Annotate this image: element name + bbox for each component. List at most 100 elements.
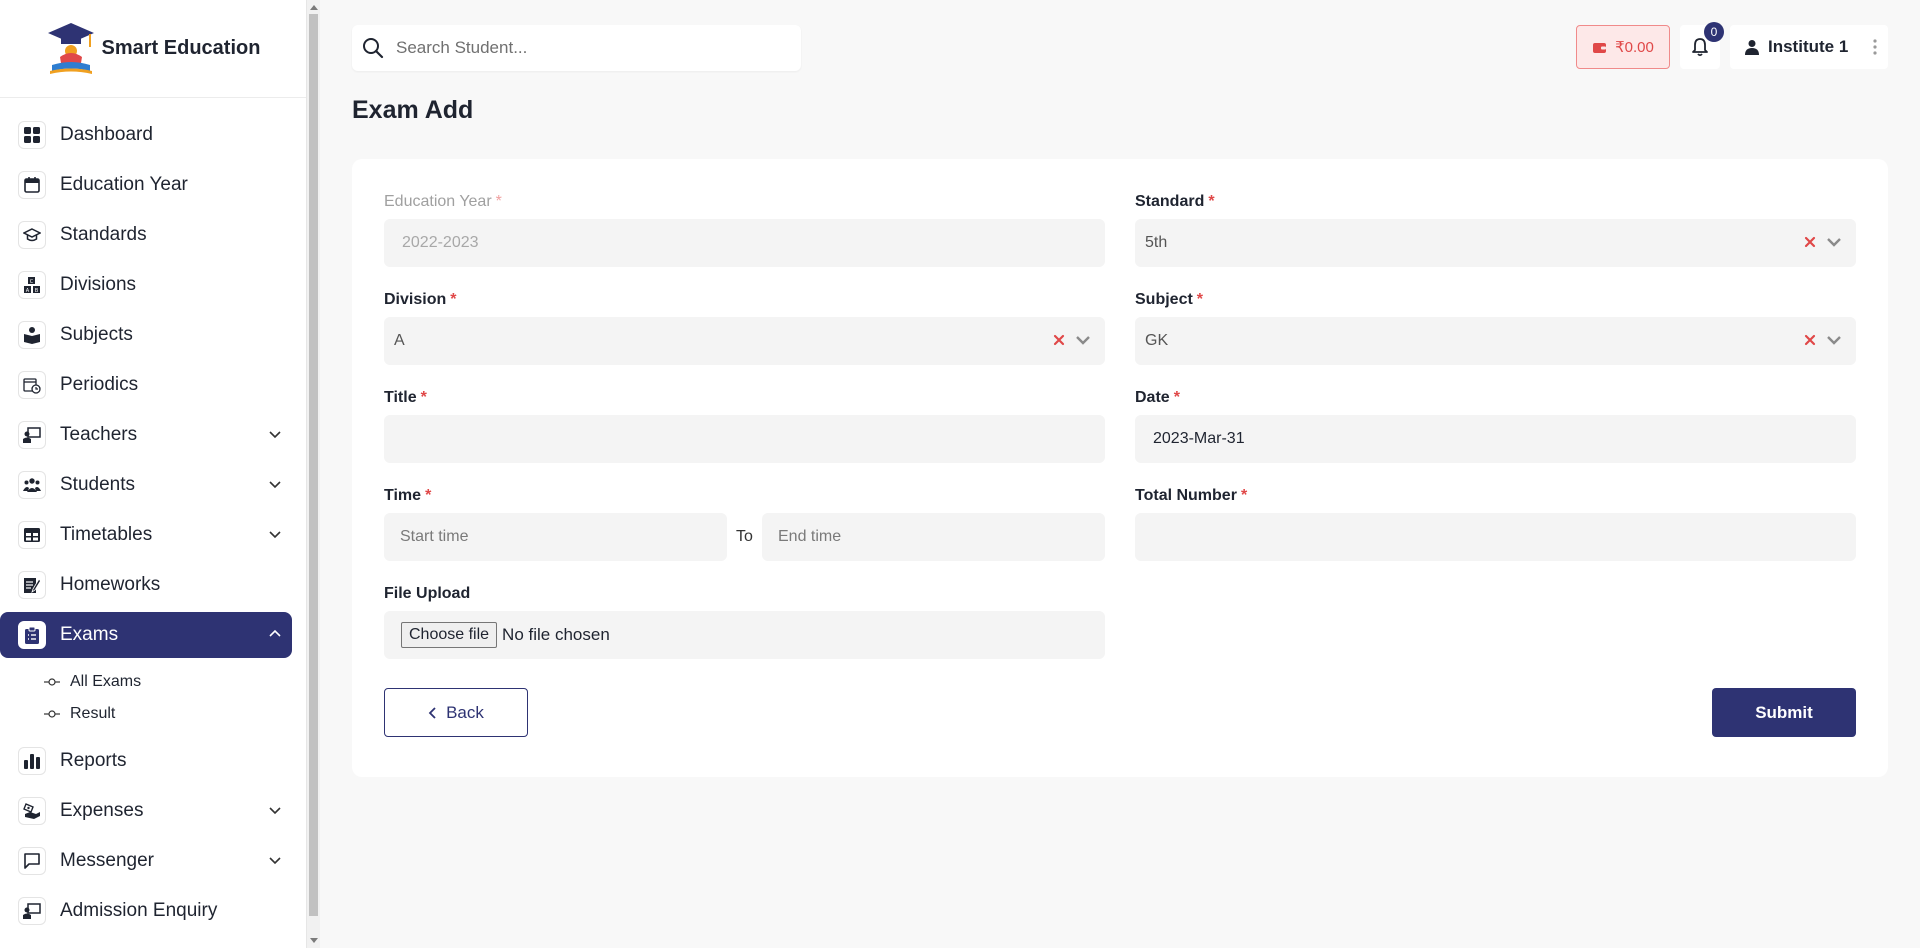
- sidebar-item-label: Admission Enquiry: [60, 900, 218, 921]
- exams-submenu: All Exams Result: [0, 658, 292, 734]
- chevron-down-icon[interactable]: [1826, 332, 1842, 348]
- chevron-down-icon[interactable]: [268, 803, 282, 817]
- sidebar-nav: Dashboard Education Year Standards CAB D…: [0, 112, 306, 934]
- total-number-input[interactable]: [1135, 513, 1856, 561]
- brand[interactable]: Smart Education: [0, 0, 306, 98]
- bullet-node-icon: [44, 678, 60, 686]
- submenu-item-label: All Exams: [70, 673, 142, 690]
- chevron-down-icon[interactable]: [1826, 234, 1842, 250]
- clear-x-icon[interactable]: [1804, 236, 1816, 248]
- time-field: Time * Start time To End time: [384, 487, 1105, 561]
- students-icon: [18, 471, 46, 499]
- sidebar-item-label: Reports: [60, 750, 127, 771]
- user-menu-button[interactable]: Institute 1: [1730, 25, 1888, 69]
- time-separator: To: [736, 528, 753, 545]
- scroll-down-arrow-icon[interactable]: [310, 938, 318, 943]
- file-upload-input[interactable]: Choose file No file chosen: [384, 611, 1105, 659]
- clear-x-icon[interactable]: [1804, 334, 1816, 346]
- notifications-button[interactable]: 0: [1680, 22, 1724, 69]
- file-status: No file chosen: [502, 625, 610, 644]
- more-vertical-icon[interactable]: [1872, 38, 1878, 56]
- sidebar-item-students[interactable]: Students: [0, 462, 292, 508]
- sidebar-item-label: Divisions: [60, 274, 137, 295]
- standard-label: Standard *: [1135, 193, 1215, 210]
- chevron-down-icon[interactable]: [1075, 332, 1091, 348]
- exam-form-card: Education Year * 2022-2023 Standard * 5th …: [352, 159, 1888, 777]
- sidebar-item-label: Periodics: [60, 374, 139, 395]
- user-name: Institute 1: [1768, 37, 1849, 56]
- sidebar-item-teachers[interactable]: Teachers: [0, 412, 292, 458]
- reading-icon: [18, 321, 46, 349]
- scroll-thumb[interactable]: [309, 14, 318, 916]
- chevron-down-icon[interactable]: [268, 853, 282, 867]
- sidebar-item-subjects[interactable]: Subjects: [0, 312, 292, 358]
- choose-file-button[interactable]: Choose file: [401, 622, 498, 648]
- sidebar-item-education-year[interactable]: Education Year: [0, 162, 292, 208]
- division-select[interactable]: A: [384, 317, 1105, 365]
- sidebar-item-periodics[interactable]: Periodics: [0, 362, 292, 408]
- sidebar-item-dashboard[interactable]: Dashboard: [0, 112, 292, 158]
- submenu-item-label: Result: [70, 705, 116, 722]
- sidebar-item-timetables[interactable]: Timetables: [0, 512, 292, 558]
- sidebar-item-label: Messenger: [60, 850, 154, 871]
- sidebar-item-standards[interactable]: Standards: [0, 212, 292, 258]
- chevron-up-icon[interactable]: [268, 627, 282, 641]
- search-box[interactable]: [352, 25, 801, 71]
- back-button[interactable]: Back: [384, 688, 528, 737]
- chevron-down-icon[interactable]: [268, 477, 282, 491]
- wallet-balance-button[interactable]: ₹0.00: [1576, 25, 1670, 69]
- graduation-cap-icon: [18, 221, 46, 249]
- date-field: Date * 2023-Mar-31: [1135, 389, 1856, 463]
- division-label: Division *: [384, 291, 457, 308]
- start-time-input[interactable]: Start time: [384, 513, 727, 561]
- svg-text:B: B: [35, 288, 39, 294]
- sidebar-item-label: Subjects: [60, 324, 133, 345]
- date-input[interactable]: 2023-Mar-31: [1135, 415, 1856, 463]
- chevron-down-icon[interactable]: [268, 527, 282, 541]
- calendar-clock-icon: [18, 371, 46, 399]
- table-icon: [18, 521, 46, 549]
- brand-name: Smart Education: [101, 37, 261, 59]
- sidebar-item-label: Education Year: [60, 174, 188, 195]
- sidebar-item-expenses[interactable]: Expenses: [0, 788, 292, 834]
- subject-select[interactable]: GK: [1135, 317, 1856, 365]
- subject-value: GK: [1145, 332, 1169, 349]
- sidebar-item-homeworks[interactable]: Homeworks: [0, 562, 292, 608]
- back-label: Back: [446, 702, 484, 722]
- wallet-icon: [1593, 42, 1607, 53]
- sidebar-item-label: Dashboard: [60, 124, 153, 145]
- end-time-input[interactable]: End time: [762, 513, 1105, 561]
- sidebar-item-exams[interactable]: Exams: [0, 612, 292, 658]
- submit-button[interactable]: Submit: [1712, 688, 1856, 737]
- search-input[interactable]: [396, 38, 776, 58]
- time-label: Time *: [384, 487, 432, 504]
- message-icon: [18, 847, 46, 875]
- scroll-up-arrow-icon[interactable]: [310, 5, 318, 10]
- sidebar-item-label: Standards: [60, 224, 147, 245]
- chevron-down-icon[interactable]: [268, 427, 282, 441]
- sidebar-item-label: Exams: [60, 624, 119, 645]
- grid-icon: [18, 121, 46, 149]
- calendar-icon: [18, 171, 46, 199]
- hand-money-icon: [18, 797, 46, 825]
- clear-x-icon[interactable]: [1053, 334, 1065, 346]
- user-icon: [1745, 40, 1759, 55]
- sidebar-item-reports[interactable]: Reports: [0, 738, 292, 784]
- sidebar-item-admission-enquiry[interactable]: Admission Enquiry: [0, 888, 292, 934]
- sidebar-item-label: Homeworks: [60, 574, 161, 595]
- sidebar-scrollbar[interactable]: [306, 0, 320, 948]
- teacher-board-icon: [18, 421, 46, 449]
- title-input[interactable]: [384, 415, 1105, 463]
- bar-chart-icon: [18, 747, 46, 775]
- svg-text:A: A: [26, 288, 30, 294]
- sidebar-item-label: Teachers: [60, 424, 138, 445]
- file-upload-label: File Upload: [384, 585, 471, 602]
- submenu-item-all-exams[interactable]: All Exams: [44, 666, 292, 698]
- sidebar-item-messenger[interactable]: Messenger: [0, 838, 292, 884]
- division-value: A: [394, 332, 405, 349]
- subject-field: Subject * GK: [1135, 291, 1856, 365]
- sidebar-item-divisions[interactable]: CAB Divisions: [0, 262, 292, 308]
- education-year-field: Education Year * 2022-2023: [384, 193, 1105, 267]
- submenu-item-result[interactable]: Result: [44, 698, 292, 730]
- standard-select[interactable]: 5th: [1135, 219, 1856, 267]
